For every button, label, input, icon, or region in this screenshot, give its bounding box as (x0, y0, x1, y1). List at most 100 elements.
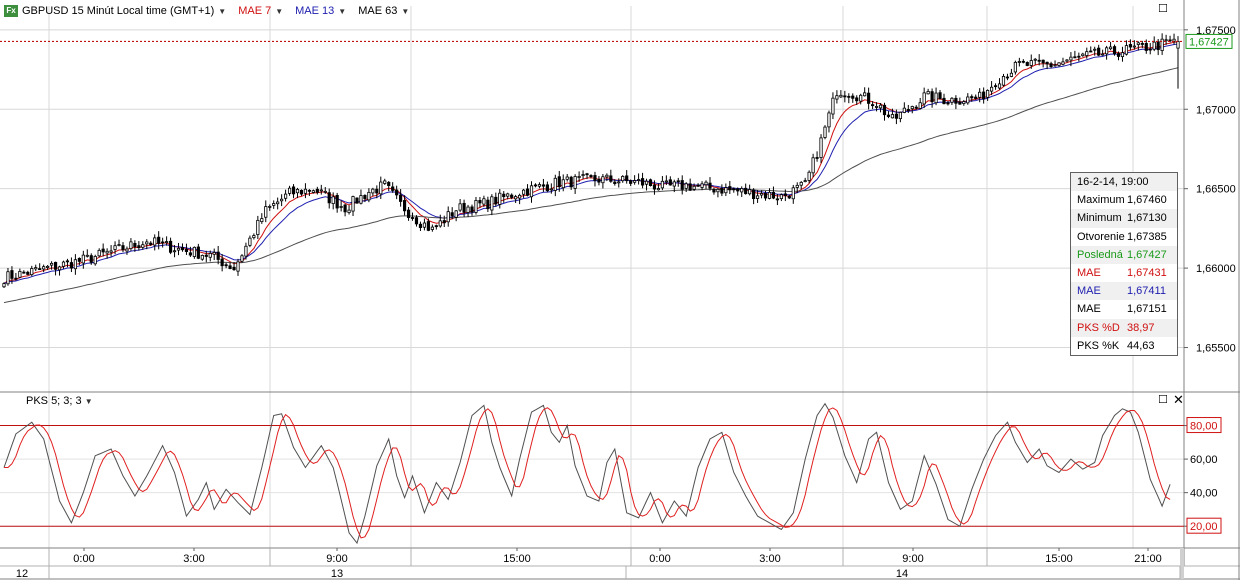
chevron-down-icon[interactable]: ▼ (338, 7, 346, 16)
candle-body (323, 190, 327, 193)
candle-body (660, 180, 664, 189)
candle-body (835, 95, 839, 100)
osc-tick-label: 40,00 (1190, 488, 1218, 500)
candle-body (676, 180, 680, 183)
candle-body (1152, 41, 1156, 50)
candle-body (14, 277, 18, 280)
candle-body (478, 200, 482, 204)
candle-body (6, 271, 10, 285)
candle-body (510, 194, 514, 198)
candle-body (732, 188, 736, 191)
info-rows: Maximum 1,67460 Minimum 1,67130 Otvorenie 1,6… (1071, 191, 1177, 355)
candle-body (573, 176, 577, 189)
candle-body (482, 198, 486, 205)
candle-body (149, 242, 153, 245)
candle-body (625, 175, 629, 182)
candle-body (1049, 63, 1053, 67)
candle-body (395, 189, 399, 196)
candle-body (1089, 50, 1093, 53)
candle-body (335, 194, 339, 209)
maximize-icon[interactable]: ☐ (1158, 2, 1168, 15)
candle-body (299, 189, 304, 195)
candle-body (989, 86, 994, 92)
candle-body (34, 267, 38, 270)
candle-body (545, 184, 549, 192)
candle-body (42, 266, 46, 270)
candle-body (1116, 53, 1121, 57)
candle-body (597, 179, 601, 183)
candle-body (351, 196, 355, 212)
candle-body (954, 97, 958, 104)
candle-body (168, 240, 173, 253)
info-row-label: Minimum (1077, 212, 1122, 225)
info-row-label: Otvorenie (1077, 230, 1125, 243)
candle-body (264, 206, 268, 218)
candle-body (188, 252, 193, 256)
osc-tick-label: 60,00 (1190, 454, 1218, 466)
candle-body (882, 104, 887, 116)
candle-body (652, 184, 657, 190)
chart-window: 1,67500 1,67000 1,66500 1,66000 1,65500 80,0… (0, 0, 1240, 580)
info-row: MAE 1,67431 (1071, 263, 1177, 283)
chevron-down-icon[interactable]: ▼ (218, 7, 226, 16)
candle-body (315, 188, 319, 193)
candle-body (331, 196, 335, 204)
ma-63-label[interactable]: MAE 63 (358, 5, 397, 17)
candle-body (700, 183, 704, 188)
price-tick-label: 1,65500 (1196, 343, 1236, 355)
candle-body (843, 95, 847, 98)
candle-body (454, 210, 458, 218)
instrument-title[interactable]: GBPUSD 15 Minút Local time (GMT+1) (22, 5, 214, 17)
maximize-pane-icon[interactable]: ☐ (1158, 393, 1168, 406)
candle-body (410, 217, 415, 219)
candle-body (252, 235, 256, 239)
candle-body (1156, 41, 1160, 51)
candle-body (196, 246, 200, 259)
candle-body (819, 137, 823, 158)
info-row-value: 1,67151 (1127, 303, 1167, 316)
candle-body (303, 188, 308, 194)
candle-body (248, 237, 252, 246)
ma-13-label[interactable]: MAE 13 (295, 5, 334, 17)
chevron-down-icon[interactable]: ▼ (401, 7, 409, 16)
candle-body (1132, 45, 1136, 48)
indicator-label[interactable]: PKS 5; 3; 3 (26, 395, 82, 407)
candle-body (720, 187, 724, 194)
info-row: Maximum 1,67460 (1071, 191, 1177, 210)
candle-body (898, 111, 902, 120)
candle-body (446, 211, 450, 223)
candle-body (343, 204, 347, 213)
candle-body (406, 209, 411, 218)
candle-body (692, 185, 696, 190)
candle-body (878, 104, 883, 109)
candle-body (886, 114, 891, 117)
price-tick-label: 1,66500 (1196, 184, 1236, 196)
candle-body (85, 254, 89, 257)
candle-body (736, 188, 740, 192)
candle-body (490, 196, 494, 211)
candle-body (426, 221, 430, 231)
time-tick-label: 15:00 (1045, 553, 1073, 565)
chevron-down-icon[interactable]: ▼ (85, 397, 93, 406)
candle-body (577, 176, 581, 178)
candle-body (339, 206, 343, 208)
indicator-header: PKS 5; 3; 3 ▼ (26, 395, 101, 407)
candle-body (1029, 60, 1033, 66)
ma-7-label[interactable]: MAE 7 (238, 5, 271, 17)
candle-body (970, 96, 974, 99)
candle-body (609, 175, 613, 182)
candle-body (807, 171, 811, 181)
candle-body (375, 188, 379, 194)
candle-body (978, 91, 982, 98)
close-icon[interactable]: ✕ (1173, 392, 1184, 408)
info-row-label: PKS %D (1077, 321, 1120, 334)
candle-body (1077, 55, 1081, 58)
candle-body (291, 186, 296, 195)
chevron-down-icon[interactable]: ▼ (275, 7, 283, 16)
candle-body (180, 247, 185, 251)
candle-body (823, 126, 827, 138)
candle-body (145, 241, 149, 245)
candle-body (10, 270, 14, 279)
candle-body (220, 258, 224, 267)
date-label: 14 (896, 568, 908, 580)
